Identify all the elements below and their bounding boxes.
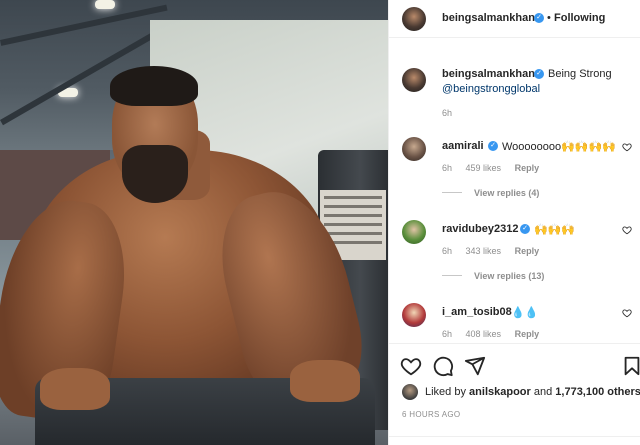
post-header: beingsalmankhan ✓ • Following [389, 0, 640, 38]
verified-badge-icon: ✓ [520, 224, 530, 234]
likes-joiner: and [533, 386, 553, 398]
comment-likes[interactable]: 343 likes [466, 246, 502, 256]
comment-username[interactable]: aamirali [442, 140, 484, 152]
caption-username[interactable]: beingsalmankhan [442, 68, 535, 80]
comment-likes[interactable]: 408 likes [466, 329, 502, 339]
comment-text: 🙌🙌🙌 [534, 224, 576, 236]
comment-reply-button[interactable]: Reply [515, 246, 540, 256]
heart-icon[interactable] [622, 308, 632, 318]
post-age[interactable]: 6 HOURS AGO [402, 410, 460, 419]
caption-text: Being Strong [548, 68, 612, 80]
view-replies-label: View replies (13) [474, 271, 545, 281]
ceiling-light [95, 0, 115, 9]
likes-text[interactable]: Liked by anilskapoor and 1,773,100 other… [425, 386, 640, 398]
comment-avatar[interactable] [402, 137, 426, 161]
author-username[interactable]: beingsalmankhan [442, 12, 535, 24]
comment-meta: 6h 459 likes Reply [442, 163, 550, 173]
add-comment-area[interactable] [389, 436, 640, 445]
post-sidebar: beingsalmankhan ✓ • Following beingsalma… [388, 0, 640, 445]
caption-mention-link[interactable]: @beingstrongglobal [442, 83, 540, 95]
author-avatar[interactable] [402, 7, 426, 31]
bookmark-icon[interactable] [621, 355, 640, 377]
share-icon[interactable] [464, 355, 486, 377]
post-photo[interactable] [0, 0, 388, 445]
replies-divider [442, 192, 462, 193]
person-hair [110, 66, 198, 106]
likes-prefix: Liked by [425, 386, 466, 398]
comment-timestamp[interactable]: 6h [442, 163, 452, 173]
post-actions: Liked by anilskapoor and 1,773,100 other… [389, 343, 640, 445]
liker-username[interactable]: anilskapoor [469, 386, 531, 398]
heart-icon[interactable] [400, 355, 422, 377]
following-button[interactable]: Following [554, 12, 605, 24]
verified-badge-icon: ✓ [488, 141, 498, 151]
heart-icon[interactable] [622, 142, 632, 152]
person-left-hand [40, 368, 110, 410]
comment-icon[interactable] [432, 355, 454, 377]
comment-timestamp[interactable]: 6h [442, 329, 452, 339]
comment-meta: 6h 408 likes Reply [442, 329, 550, 339]
comment-likes[interactable]: 459 likes [466, 163, 502, 173]
comment-avatar[interactable] [402, 303, 426, 327]
comment-reply-button[interactable]: Reply [515, 163, 540, 173]
comment-username[interactable]: i_am_tosib08 [442, 306, 512, 318]
view-replies-button[interactable]: View replies (13) [442, 271, 544, 281]
comment-username[interactable]: ravidubey2312 [442, 223, 518, 235]
view-replies-label: View replies (4) [474, 188, 540, 198]
liker-avatar[interactable] [402, 384, 418, 400]
comment-avatar[interactable] [402, 220, 426, 244]
replies-divider [442, 275, 462, 276]
comment-text: 💧💧 [511, 307, 539, 319]
likes-others[interactable]: 1,773,100 others [555, 386, 640, 398]
person-right-hand [290, 360, 360, 402]
comment-meta: 6h 343 likes Reply [442, 246, 550, 256]
comment-reply-button[interactable]: Reply [515, 329, 540, 339]
caption-avatar[interactable] [402, 68, 426, 92]
comment-text: Woooooooo🙌🙌🙌🙌 [502, 141, 616, 153]
comment-timestamp[interactable]: 6h [442, 246, 452, 256]
view-replies-button[interactable]: View replies (4) [442, 188, 539, 198]
header-separator: • [547, 12, 551, 24]
verified-badge-icon: ✓ [534, 69, 544, 79]
heart-icon[interactable] [622, 225, 632, 235]
verified-badge-icon: ✓ [534, 13, 544, 23]
person-beard [122, 145, 188, 203]
caption-timestamp[interactable]: 6h [442, 108, 452, 118]
